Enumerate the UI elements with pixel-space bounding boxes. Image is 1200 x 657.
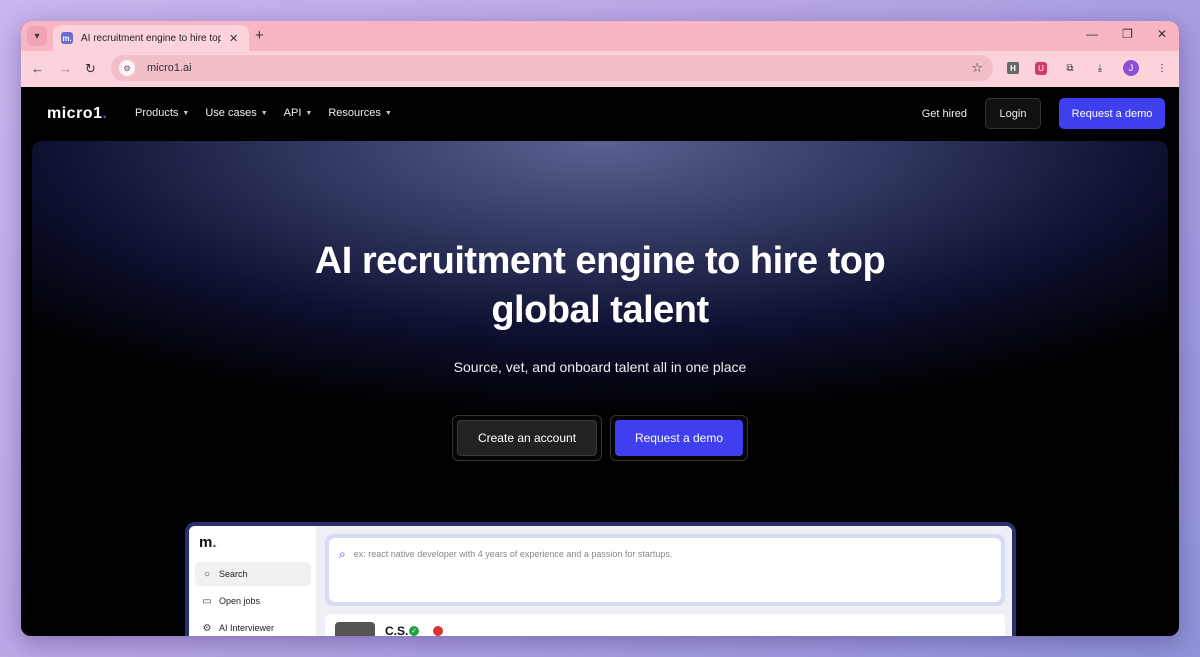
menu-products[interactable]: Products ▼	[135, 107, 189, 119]
browser-tab[interactable]: m. AI recruitment engine to hire top glo…	[53, 25, 249, 51]
hero-section: AI recruitment engine to hire top global…	[32, 141, 1168, 636]
list-item[interactable]: C.S. ✓	[325, 614, 1005, 636]
address-bar[interactable]: ⚙ micro1.ai ☆	[111, 55, 993, 81]
search-icon: ○	[203, 568, 211, 580]
flag-icon	[433, 626, 443, 636]
close-window-icon[interactable]: ✕	[1157, 27, 1167, 41]
url-text[interactable]: micro1.ai	[147, 62, 192, 74]
candidate-photo	[335, 622, 375, 636]
arrow-left-icon[interactable]: ←	[31, 61, 44, 76]
search-placeholder: ex: react native developer with 4 years …	[353, 549, 673, 559]
verified-icon: ✓	[409, 626, 419, 636]
restore-icon[interactable]: ❐	[1122, 27, 1133, 41]
preview-logo-dot: .	[212, 534, 217, 551]
page-title: AI recruitment engine to hire top global…	[32, 237, 1168, 335]
preview-logo-text: m	[199, 534, 213, 551]
preview-sidebar: m. ○ Search ▭ Open jobs ⚙ AI Interviewer	[189, 526, 317, 636]
star-icon[interactable]: ☆	[971, 60, 983, 76]
chevron-down-icon: ▼	[384, 109, 392, 117]
headline-line-1: AI recruitment engine to hire top	[314, 240, 886, 282]
main-menu: Products ▼ Use cases ▼ API ▼ Resources ▼	[135, 107, 392, 119]
menu-label: API	[283, 107, 302, 119]
create-account-button[interactable]: Create an account	[457, 420, 597, 456]
extension-h-icon[interactable]: H	[1007, 62, 1019, 74]
browser-toolbar: ← → ↻ ⚙ micro1.ai ☆ H U ⧉ ⤓ J ⋮	[21, 51, 1179, 87]
minimize-icon[interactable]: —	[1086, 27, 1098, 41]
chevron-down-icon: ▼	[305, 109, 313, 117]
arrow-right-icon[interactable]: →	[59, 61, 72, 76]
site-header: micro1. Products ▼ Use cases ▼ API ▼ Resour…	[21, 87, 1179, 141]
search-input[interactable]: ⌕ ex: react native developer with 4 year…	[329, 538, 1001, 602]
reload-icon[interactable]: ↻	[85, 61, 96, 77]
subheadline: Source, vet, and onboard talent all in o…	[453, 359, 747, 375]
get-hired-link[interactable]: Get hired	[922, 108, 967, 120]
menu-label: Use cases	[205, 107, 257, 119]
chevron-down-icon: ▼	[260, 109, 268, 117]
request-demo-header-button[interactable]: Request a demo	[1059, 98, 1165, 129]
sidebar-item-label: Open jobs	[219, 596, 261, 606]
sidebar-item-search[interactable]: ○ Search	[195, 562, 311, 586]
cta-demo-frame: Request a demo	[610, 415, 748, 461]
menu-resources[interactable]: Resources ▼	[328, 107, 392, 119]
cta-create-wrap: Create an account	[452, 415, 602, 461]
logo-text: micro1	[47, 105, 103, 122]
menu-label: Resources	[328, 107, 381, 119]
gear-icon: ⚙	[202, 622, 212, 634]
plus-icon[interactable]: +	[255, 27, 264, 44]
header-actions: Get hired Login Request a demo	[922, 98, 1165, 129]
menu-api[interactable]: API ▼	[284, 107, 313, 119]
logo-dot: .	[102, 105, 108, 122]
download-icon[interactable]: ⤓	[1093, 61, 1107, 75]
tune-icon[interactable]: ⚙	[119, 60, 135, 76]
login-button[interactable]: Login	[985, 98, 1041, 129]
toolbar-icons: H U ⧉ ⤓ J ⋮	[1007, 60, 1169, 76]
app-preview: m. ○ Search ▭ Open jobs ⚙ AI Interviewer	[185, 522, 1016, 636]
sidebar-item-label: AI Interviewer	[219, 623, 275, 633]
puzzle-icon[interactable]: ⧉	[1063, 61, 1077, 75]
search-box: ⌕ ex: react native developer with 4 year…	[325, 534, 1005, 606]
search-icon: ⌕	[339, 547, 346, 561]
cta-demo-wrap: Request a demo	[610, 415, 748, 461]
browser-window: ▾ m. AI recruitment engine to hire top g…	[21, 21, 1179, 636]
preview-logo: m.	[199, 534, 217, 551]
favicon: m.	[61, 32, 73, 44]
extension-shield-icon[interactable]: U	[1035, 61, 1047, 75]
sidebar-item-ai-interviewer[interactable]: ⚙ AI Interviewer	[195, 616, 311, 636]
menu-label: Products	[135, 107, 179, 119]
cta-create-frame: Create an account	[452, 415, 602, 461]
preview-main: ⌕ ex: react native developer with 4 year…	[317, 526, 1012, 636]
sidebar-item-label: Search	[219, 569, 248, 579]
headline-line-2: global talent	[491, 289, 709, 331]
window-controls: — ❐ ✕	[1086, 27, 1167, 41]
briefcase-icon: ▭	[202, 595, 212, 607]
candidate-name: C.S.	[385, 624, 409, 636]
web-page: micro1. Products ▼ Use cases ▼ API ▼ Resour…	[21, 87, 1179, 636]
kebab-icon[interactable]: ⋮	[1155, 61, 1169, 75]
tab-title: AI recruitment engine to hire top global…	[81, 32, 221, 44]
tab-strip: ▾ m. AI recruitment engine to hire top g…	[21, 21, 1179, 51]
site-logo[interactable]: micro1.	[47, 105, 107, 123]
close-icon[interactable]: ✕	[229, 32, 238, 45]
menu-use-cases[interactable]: Use cases ▼	[205, 107, 267, 119]
avatar[interactable]: J	[1123, 60, 1139, 76]
chevron-down-icon[interactable]: ▾	[27, 26, 47, 46]
chevron-down-icon: ▼	[182, 109, 190, 117]
request-demo-button[interactable]: Request a demo	[615, 420, 743, 456]
sidebar-item-open-jobs[interactable]: ▭ Open jobs	[195, 589, 311, 613]
